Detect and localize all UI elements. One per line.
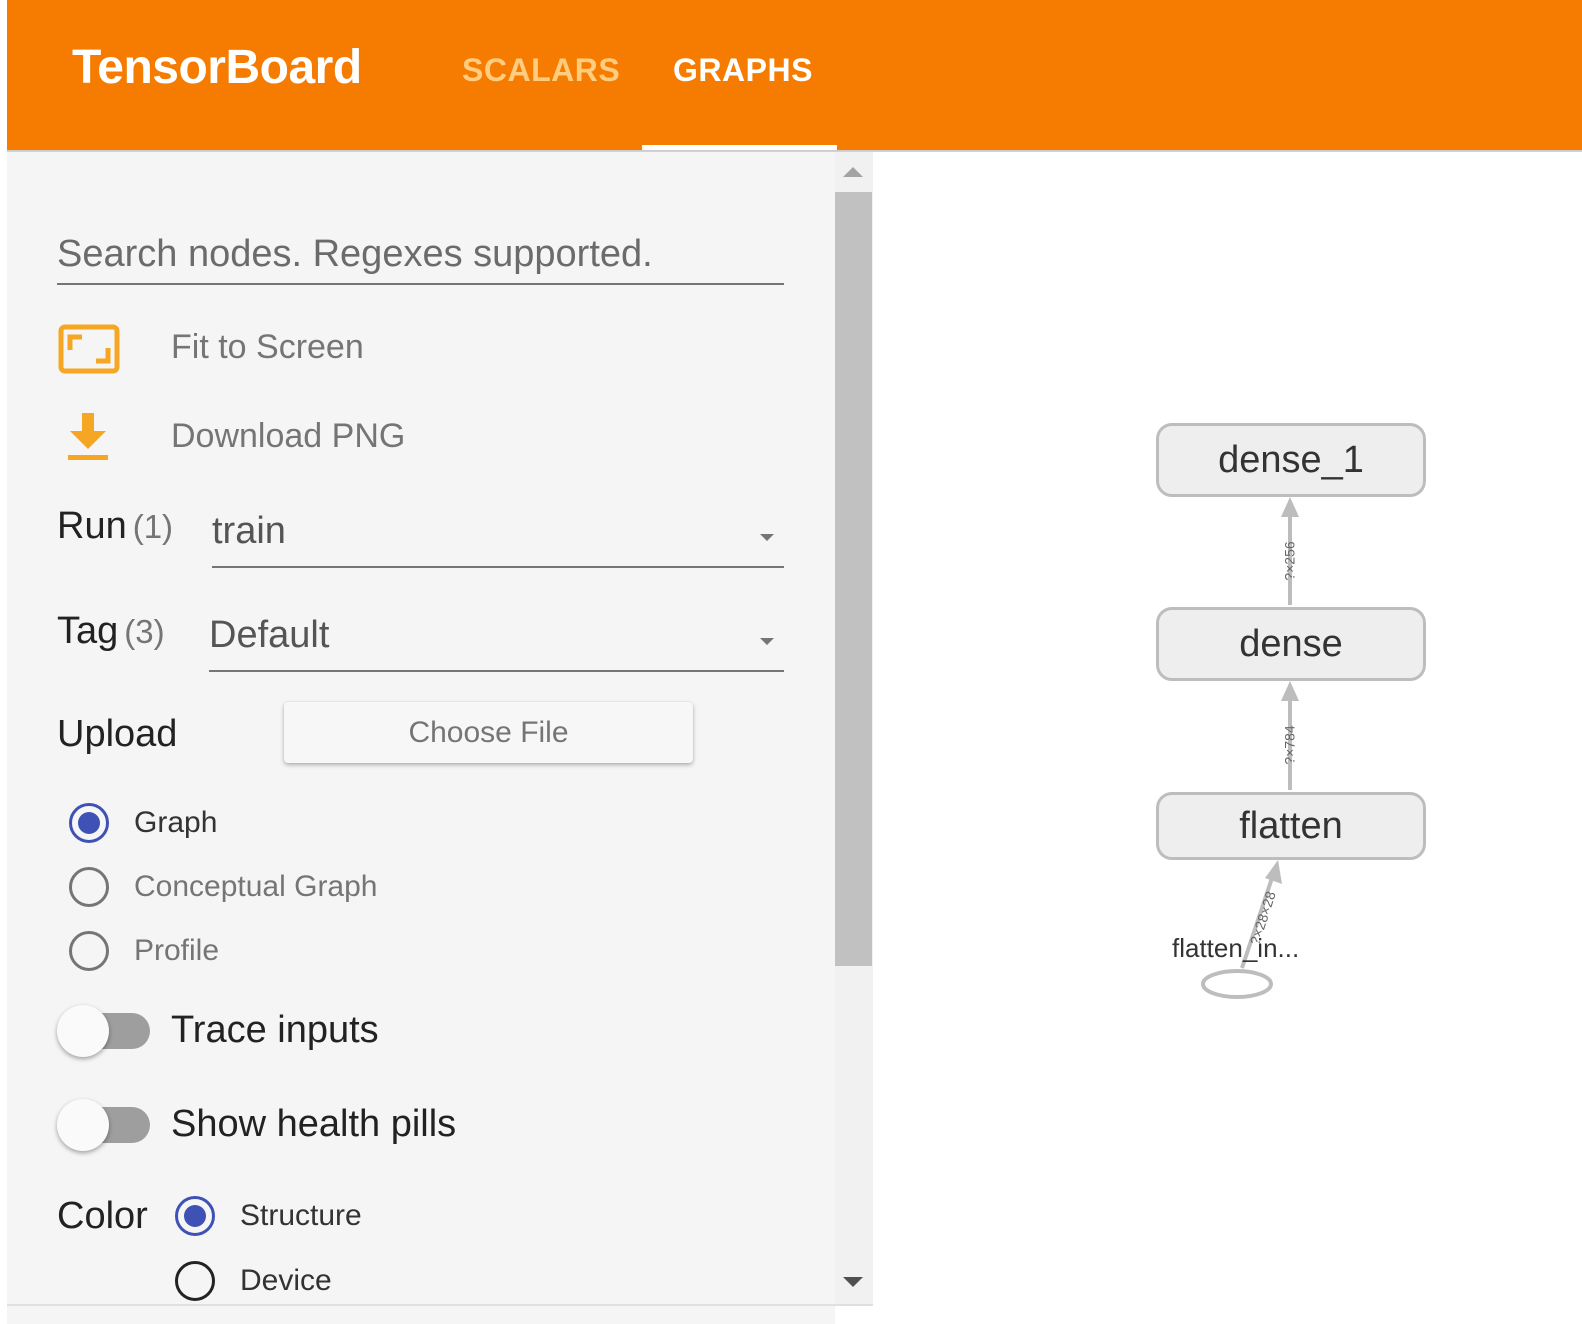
run-label: Run (1) [57, 505, 174, 547]
color-label: Color [57, 1195, 148, 1237]
health-pills-label: Show health pills [171, 1103, 457, 1145]
tag-select-value: Default [209, 614, 330, 656]
app-title: TensorBoard [72, 41, 362, 94]
search-input[interactable] [57, 225, 784, 285]
radio-color-structure-label: Structure [240, 1199, 362, 1232]
tab-graphs[interactable]: GRAPHS [673, 52, 813, 89]
tag-count: (3) [124, 613, 165, 650]
radio-color-device[interactable] [175, 1261, 215, 1301]
radio-conceptual-graph[interactable] [69, 867, 109, 907]
run-select[interactable]: train [212, 510, 784, 568]
trace-inputs-label: Trace inputs [171, 1009, 379, 1051]
radio-graph-label: Graph [134, 806, 218, 839]
radio-graph[interactable] [69, 803, 109, 843]
tensorboard-app: TensorBoard SCALARS GRAPHS Fit to Screen… [0, 0, 1582, 1324]
radio-conceptual-graph-label: Conceptual Graph [134, 870, 378, 903]
radio-color-device-label: Device [240, 1264, 332, 1297]
graph-node-dense[interactable]: dense [1156, 607, 1426, 681]
radio-profile[interactable] [69, 931, 109, 971]
radio-profile-label: Profile [134, 934, 220, 967]
run-select-value: train [212, 510, 286, 552]
graph-canvas[interactable] [873, 152, 1582, 1324]
fit-to-screen-button[interactable]: Fit to Screen [171, 328, 364, 367]
trace-inputs-toggle-knob[interactable] [57, 1005, 109, 1057]
fit-screen-icon[interactable] [58, 324, 120, 374]
top-bar: TensorBoard SCALARS GRAPHS [7, 0, 1582, 150]
graph-node-dense_1[interactable]: dense_1 [1156, 423, 1426, 497]
health-pills-toggle-knob[interactable] [57, 1099, 109, 1151]
edge-label-flatten-to-dense: ?×784 [1281, 725, 1298, 765]
tab-scalars[interactable]: SCALARS [462, 52, 620, 89]
tag-select[interactable]: Default [209, 614, 784, 672]
choose-file-button[interactable]: Choose File [284, 702, 693, 763]
sidebar-bottom-border [7, 1304, 873, 1306]
download-icon[interactable] [66, 413, 110, 463]
graph-node-flatten[interactable]: flatten [1156, 792, 1426, 860]
radio-color-structure[interactable] [175, 1196, 215, 1236]
scroll-up-arrow-icon[interactable] [843, 167, 863, 177]
download-png-button[interactable]: Download PNG [171, 417, 405, 456]
chevron-down-icon [760, 534, 774, 541]
chevron-down-icon [760, 638, 774, 645]
run-count: (1) [132, 508, 174, 545]
scroll-down-arrow-icon[interactable] [843, 1277, 863, 1287]
tag-label: Tag (3) [57, 610, 165, 652]
graph-node-input-label[interactable]: flatten_in... [1172, 933, 1299, 964]
upload-label: Upload [57, 713, 178, 755]
sidebar-scrollbar-thumb[interactable] [835, 192, 872, 966]
edge-label-dense-to-dense_1: ?×256 [1281, 541, 1298, 581]
